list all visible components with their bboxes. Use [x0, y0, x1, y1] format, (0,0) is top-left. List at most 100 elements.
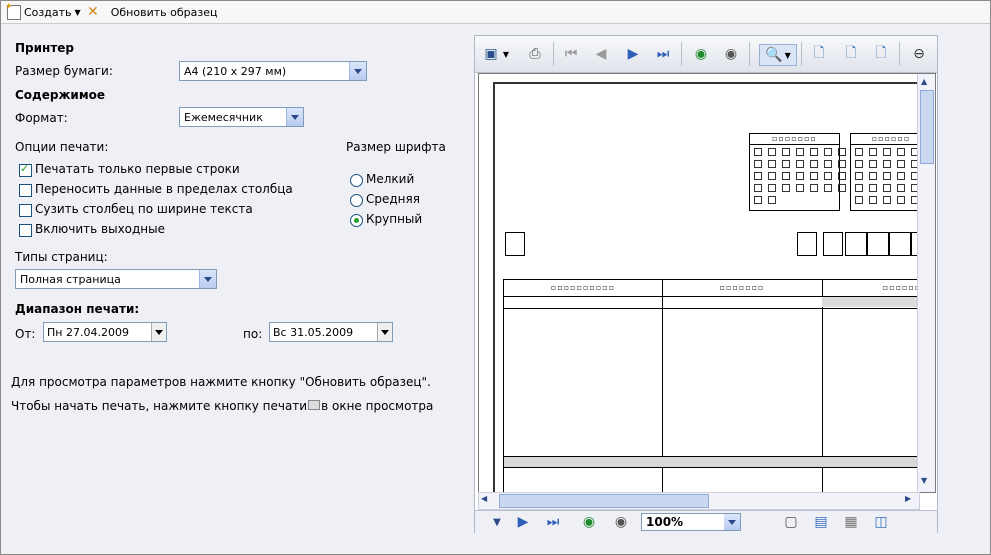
- zoom-value: 100%: [646, 515, 684, 529]
- chevron-down-icon[interactable]: [286, 108, 303, 126]
- to-date-picker[interactable]: Вс 31.05.2009: [269, 322, 393, 342]
- print-icon[interactable]: ⎙: [525, 44, 545, 64]
- scroll-thumb[interactable]: [499, 494, 709, 508]
- preview-page: ▫▫▫▫▫▫▫ ▫▫▫▫▫▫ ▫▫▫▫▫▫▫▫▫▫ ▫▫▫▫▫▫▫ ▫▫▫▫▫▫: [493, 82, 935, 492]
- zoom-in-button[interactable]: 🔍 ▼: [759, 44, 797, 66]
- single-page-icon[interactable]: ▢: [781, 512, 801, 532]
- checkbox[interactable]: [19, 224, 32, 237]
- back-icon[interactable]: ◉: [579, 512, 599, 532]
- continuous-page-icon[interactable]: ▤: [811, 512, 831, 532]
- page-type-select[interactable]: Полная страница: [15, 269, 217, 289]
- zoom-out-icon[interactable]: ⊖: [909, 44, 929, 64]
- format-select[interactable]: Ежемесячник: [179, 107, 304, 127]
- scroll-down-icon[interactable]: ▼: [921, 476, 927, 485]
- first-page-icon[interactable]: ⏮: [561, 44, 581, 64]
- print-settings-window: ✦ Создать ▼ ✕ Обновить образец Принтер Р…: [0, 0, 991, 555]
- radio-label: Средняя: [366, 192, 420, 206]
- chevron-down-icon[interactable]: [349, 62, 366, 80]
- option-label: Печатать только первые строки: [35, 162, 240, 176]
- page-types-label: Типы страниц:: [15, 250, 108, 264]
- forward-icon[interactable]: ◉: [611, 512, 631, 532]
- chevron-down-icon[interactable]: ▼: [487, 512, 507, 532]
- printer-heading: Принтер: [15, 41, 75, 55]
- chevron-down-icon[interactable]: [151, 323, 166, 341]
- title-box: [867, 232, 889, 256]
- chevron-down-icon[interactable]: [199, 270, 216, 288]
- new-document-icon: ✦: [5, 2, 21, 20]
- print-preview-panel: ▣ ▼ ⎙ ⏮ ◀ ▶ ⏭ ◉ ◉ 🔍 ▼ 🗋 🗋 🗋 ⊖ ▫▫▫▫▫▫▫ ▫▫…: [474, 35, 938, 533]
- month-grid: ▫▫▫▫▫▫▫▫▫▫ ▫▫▫▫▫▫▫ ▫▫▫▫▫▫: [503, 279, 934, 492]
- option-label: Переносить данные в пределах столбца: [35, 182, 293, 196]
- font-size-label: Размер шрифта: [346, 140, 446, 154]
- calendar-row: [754, 182, 846, 192]
- separator: [801, 42, 802, 66]
- create-button[interactable]: ✦ Создать ▼: [5, 2, 81, 20]
- refresh-icon: ✕: [87, 4, 99, 20]
- from-date-value: Пн 27.04.2009: [47, 326, 129, 339]
- preview-canvas[interactable]: ▫▫▫▫▫▫▫ ▫▫▫▫▫▫ ▫▫▫▫▫▫▫▫▫▫ ▫▫▫▫▫▫▫ ▫▫▫▫▫▫…: [478, 73, 936, 493]
- scroll-thumb[interactable]: [920, 90, 934, 164]
- refresh-preview-button[interactable]: ✕ Обновить образец: [87, 4, 217, 20]
- zoom-select[interactable]: 100%: [641, 513, 741, 531]
- chevron-down-icon: ▼: [74, 7, 81, 17]
- page-portrait-icon[interactable]: 🗋: [841, 44, 861, 64]
- separator: [899, 42, 900, 66]
- calendar-row: [754, 194, 776, 204]
- radio-button[interactable]: [350, 174, 363, 187]
- paper-size-select[interactable]: A4 (210 x 297 мм): [179, 61, 367, 81]
- radio-button[interactable]: [350, 194, 363, 207]
- radio-label: Мелкий: [366, 172, 415, 186]
- scroll-left-icon[interactable]: ◀: [481, 494, 487, 503]
- forward-icon[interactable]: ◉: [721, 44, 741, 64]
- save-icon[interactable]: ▣: [481, 44, 501, 64]
- checkbox[interactable]: [19, 204, 32, 217]
- to-label: по:: [243, 327, 263, 341]
- page-setup-icon[interactable]: 🗋: [809, 44, 829, 64]
- chevron-down-icon[interactable]: [377, 323, 392, 341]
- top-toolbar: ✦ Создать ▼ ✕ Обновить образец: [1, 1, 990, 24]
- page-landscape-icon[interactable]: 🗋: [871, 44, 891, 64]
- to-date-value: Вс 31.05.2009: [273, 326, 354, 339]
- back-icon[interactable]: ◉: [691, 44, 711, 64]
- print-range-heading: Диапазон печати:: [15, 302, 140, 316]
- page-type-value: Полная страница: [20, 273, 121, 286]
- calendar-header: ▫▫▫▫▫▫▫: [750, 134, 839, 145]
- title-box: [823, 232, 843, 256]
- hint-print-tail: в окне просмотра: [321, 399, 434, 413]
- horizontal-scrollbar[interactable]: ◀ ▶: [478, 492, 920, 510]
- hint-refresh: Для просмотра параметров нажмите кнопку …: [11, 375, 431, 389]
- mini-calendar: ▫▫▫▫▫▫▫: [749, 133, 846, 211]
- two-page-icon[interactable]: ◫: [871, 512, 891, 532]
- calendar-row: [754, 170, 846, 180]
- radio-button[interactable]: [350, 214, 363, 227]
- from-date-picker[interactable]: Пн 27.04.2009: [43, 322, 167, 342]
- vertical-scrollbar[interactable]: ▲ ▼: [917, 74, 935, 492]
- column-header: ▫▫▫▫▫▫▫: [719, 283, 765, 292]
- printer-icon: [308, 400, 321, 410]
- chevron-down-icon[interactable]: ▼: [501, 44, 511, 64]
- last-page-icon[interactable]: ⏭: [543, 512, 563, 532]
- hint-print-text: Чтобы начать печать, нажмите кнопку печа…: [11, 399, 308, 413]
- chevron-down-icon[interactable]: [724, 514, 740, 530]
- format-value: Ежемесячник: [184, 111, 263, 124]
- title-box: [889, 232, 911, 256]
- separator: [553, 42, 554, 66]
- next-page-icon[interactable]: ▶: [623, 44, 643, 64]
- multi-page-icon[interactable]: ▦: [841, 512, 861, 532]
- content-heading: Содержимое: [15, 88, 106, 102]
- checkbox[interactable]: [19, 184, 32, 197]
- scroll-right-icon[interactable]: ▶: [905, 494, 911, 503]
- title-box: [845, 232, 867, 256]
- preview-toolbar: ▣ ▼ ⎙ ⏮ ◀ ▶ ⏭ ◉ ◉ 🔍 ▼ 🗋 🗋 🗋 ⊖: [475, 36, 937, 73]
- title-box: [505, 232, 525, 256]
- calendar-row: [754, 158, 846, 168]
- format-label: Формат:: [15, 111, 68, 125]
- preview-bottom-bar: ▼ ▶ ⏭ ◉ ◉ 100% ▢ ▤ ▦ ◫: [475, 510, 937, 533]
- scroll-up-icon[interactable]: ▲: [921, 77, 927, 86]
- next-page-icon[interactable]: ▶: [513, 512, 533, 532]
- checkbox[interactable]: [19, 162, 32, 177]
- paper-size-value: A4 (210 x 297 мм): [184, 65, 287, 78]
- previous-page-icon[interactable]: ◀: [591, 44, 611, 64]
- refresh-label: Обновить образец: [110, 5, 218, 19]
- last-page-icon[interactable]: ⏭: [653, 44, 673, 64]
